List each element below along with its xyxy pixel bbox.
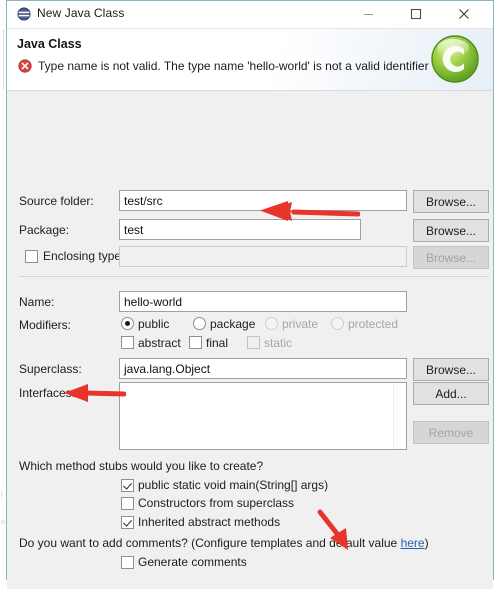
modifiers-label: Modifiers:	[19, 318, 72, 332]
annotation-arrow-name	[260, 201, 360, 221]
maximize-icon	[410, 8, 422, 20]
background-ghost-char-1: l	[1, 492, 3, 499]
minimize-icon	[363, 13, 373, 15]
interfaces-remove-button: Remove	[413, 421, 489, 444]
annotation-arrow-finish	[317, 509, 348, 550]
configure-templates-link[interactable]: here	[401, 536, 425, 550]
modifier-checkbox-static	[247, 336, 260, 349]
modifier-radio-public[interactable]	[121, 317, 134, 330]
modifier-label-private: private	[282, 317, 319, 331]
modifier-label-protected: protected	[348, 317, 399, 331]
annotation-arrow-main-method	[64, 384, 126, 402]
main-method-label: public static void main(String[] args)	[138, 478, 329, 492]
modifier-radio-protected	[331, 317, 344, 330]
modifier-label-public: public	[138, 317, 170, 331]
separator-1	[19, 276, 489, 277]
main-method-checkbox[interactable]	[121, 479, 134, 492]
constructors-label: Constructors from superclass	[138, 496, 295, 510]
comments-question: Do you want to add comments? (Configure …	[19, 536, 429, 550]
modifier-label-abstract: abstract	[138, 336, 181, 350]
interfaces-list[interactable]	[119, 382, 407, 450]
new-java-class-dialog: New Java Class Java Class Type name is n…	[6, 0, 494, 589]
generate-comments-label: Generate comments	[138, 555, 247, 569]
modifier-label-final: final	[206, 336, 229, 350]
modifier-label-static: static	[264, 336, 293, 350]
background-dotted-line	[3, 30, 5, 90]
inherited-abstract-checkbox[interactable]	[121, 516, 134, 529]
superclass-input[interactable]: java.lang.Object	[119, 358, 407, 379]
inherited-abstract-label: Inherited abstract methods	[138, 515, 281, 529]
name-input[interactable]: hello-world	[119, 291, 407, 312]
source-folder-browse-button[interactable]: Browse...	[413, 190, 489, 213]
enclosing-type-label: Enclosing type:	[43, 249, 125, 263]
enclosing-type-input	[119, 246, 407, 267]
screen: l o New Java Class Java Class Type name …	[0, 0, 500, 589]
background-ghost-char-2: o	[1, 519, 5, 526]
modifier-radio-package[interactable]	[193, 317, 206, 330]
interfaces-list-scrollbar[interactable]	[393, 383, 406, 449]
constructors-checkbox[interactable]	[121, 497, 134, 510]
method-stubs-question: Which method stubs would you like to cre…	[19, 459, 264, 473]
package-browse-button[interactable]: Browse...	[413, 219, 489, 242]
error-icon	[18, 59, 32, 73]
modifier-radio-private	[265, 317, 278, 330]
page-title: Java Class	[17, 37, 82, 51]
dialog-body: Source folder: test/src Browse... Packag…	[7, 91, 493, 589]
enclosing-type-checkbox[interactable]	[25, 250, 38, 263]
eclipse-green-c-logo	[429, 33, 481, 85]
close-button[interactable]	[443, 1, 485, 27]
source-folder-label: Source folder:	[19, 194, 94, 208]
minimize-button[interactable]	[347, 1, 389, 27]
title-bar: New Java Class	[7, 1, 493, 29]
name-label: Name:	[19, 295, 55, 309]
enclosing-type-browse-button: Browse...	[413, 246, 489, 269]
interfaces-add-button[interactable]: Add...	[413, 382, 489, 405]
superclass-browse-button[interactable]: Browse...	[413, 358, 489, 381]
comments-question-suffix: )	[424, 536, 429, 550]
superclass-label: Superclass:	[19, 362, 82, 376]
java-class-icon	[17, 7, 31, 21]
modifier-label-package: package	[210, 317, 256, 331]
modifier-checkbox-abstract[interactable]	[121, 336, 134, 349]
package-label: Package:	[19, 223, 70, 237]
close-icon	[459, 9, 469, 19]
maximize-button[interactable]	[395, 1, 437, 27]
modifier-checkbox-final[interactable]	[189, 336, 202, 349]
window-title: New Java Class	[37, 6, 125, 20]
wizard-header: Java Class Type name is not valid. The t…	[7, 29, 493, 91]
error-message: Type name is not valid. The type name 'h…	[38, 59, 429, 73]
generate-comments-checkbox[interactable]	[121, 556, 134, 569]
